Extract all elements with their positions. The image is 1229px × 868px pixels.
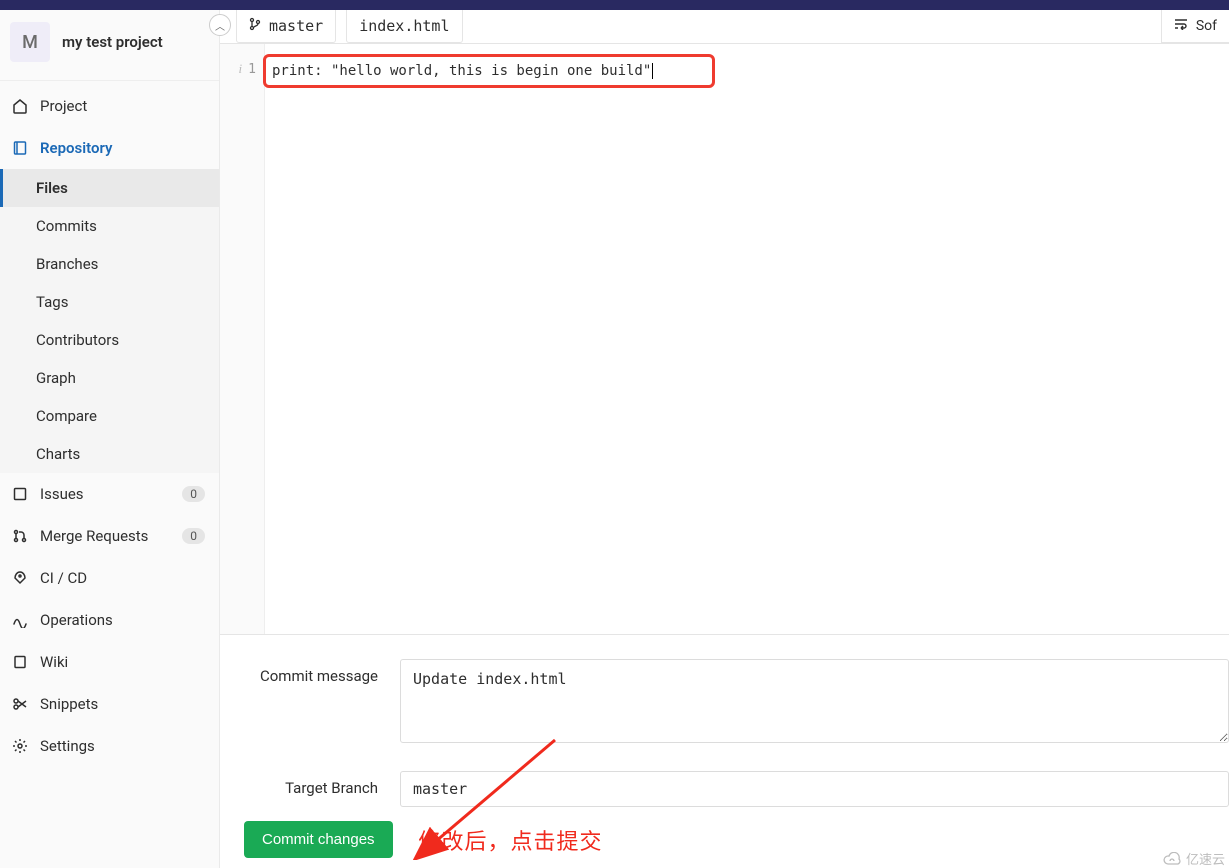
line-gutter: i 1 (220, 44, 265, 634)
nav-label: Issues (40, 485, 170, 503)
editor-topbar: master index.html Sof (220, 10, 1229, 44)
sidebar-sub-tags[interactable]: Tags (0, 283, 219, 321)
sidebar-sub-compare[interactable]: Compare (0, 397, 219, 435)
main-content: master index.html Sof i 1 print (220, 10, 1229, 868)
header-strip (0, 0, 1229, 10)
sidebar-item-wiki[interactable]: Wiki (0, 641, 219, 683)
annotation-text: 修改后，点击提交 (419, 824, 603, 856)
sidebar-sub-commits[interactable]: Commits (0, 207, 219, 245)
code-pane[interactable]: print: "hello world, this is begin one b… (265, 44, 1229, 634)
sidebar-item-settings[interactable]: Settings (0, 725, 219, 767)
sidebar-sub-graph[interactable]: Graph (0, 359, 219, 397)
file-path-box[interactable]: index.html (346, 10, 462, 43)
nav-label: Snippets (40, 695, 205, 713)
scissors-icon (12, 696, 28, 712)
watermark-text: 亿速云 (1186, 849, 1225, 868)
gear-icon (12, 738, 28, 754)
sidebar-sub-branches[interactable]: Branches (0, 245, 219, 283)
sidebar: M my test project Project Repository Fil… (0, 10, 220, 868)
branch-selector[interactable]: master (236, 10, 336, 43)
sidebar-item-merge-requests[interactable]: Merge Requests 0 (0, 515, 219, 557)
sidebar-collapse-handle[interactable]: ︿ (209, 14, 231, 36)
sidebar-item-snippets[interactable]: Snippets (0, 683, 219, 725)
commit-form: Commit message Target Branch Commit chan… (220, 634, 1229, 868)
text-cursor (652, 63, 653, 79)
repository-icon (12, 140, 28, 156)
nav-label: Project (40, 97, 205, 115)
home-icon (12, 98, 28, 114)
soft-wrap-toggle[interactable]: Sof (1161, 10, 1229, 43)
project-name: my test project (62, 33, 163, 51)
sidebar-sub-files[interactable]: Files (0, 169, 219, 207)
commit-message-label: Commit message (250, 659, 400, 685)
branch-icon (249, 17, 261, 35)
operations-icon (12, 612, 28, 628)
rocket-icon (12, 570, 28, 586)
project-avatar: M (10, 22, 50, 62)
target-branch-input[interactable] (400, 771, 1229, 807)
sidebar-item-project[interactable]: Project (0, 85, 219, 127)
nav-label: Wiki (40, 653, 205, 671)
branch-name: master (269, 17, 323, 35)
info-icon: i (239, 61, 243, 77)
chevron-up-icon: ︿ (215, 18, 225, 33)
merge-request-icon (12, 528, 28, 544)
cloud-icon (1162, 852, 1182, 866)
nav-label: Repository (40, 139, 205, 157)
code-line-1[interactable]: print: "hello world, this is begin one b… (272, 63, 651, 79)
sidebar-sub-charts[interactable]: Charts (0, 435, 219, 473)
nav-label: Operations (40, 611, 205, 629)
issues-icon (12, 486, 28, 502)
target-branch-label: Target Branch (250, 771, 400, 797)
wrap-icon (1174, 18, 1188, 34)
repository-sub-items: Files Commits Branches Tags Contributors… (0, 169, 219, 473)
nav-label: CI / CD (40, 569, 205, 587)
line-number: 1 (248, 62, 256, 77)
sidebar-sub-contributors[interactable]: Contributors (0, 321, 219, 359)
book-icon (12, 654, 28, 670)
sidebar-item-issues[interactable]: Issues 0 (0, 473, 219, 515)
issues-count-badge: 0 (182, 486, 205, 502)
nav-label: Settings (40, 737, 205, 755)
wrap-label: Sof (1196, 18, 1217, 34)
commit-message-input[interactable] (400, 659, 1229, 743)
sidebar-item-operations[interactable]: Operations (0, 599, 219, 641)
sidebar-item-cicd[interactable]: CI / CD (0, 557, 219, 599)
watermark: 亿速云 (1162, 849, 1225, 868)
nav-label: Merge Requests (40, 527, 170, 545)
sidebar-project-header[interactable]: M my test project (0, 10, 219, 81)
annotation-highlight-box: print: "hello world, this is begin one b… (263, 54, 715, 88)
file-name: index.html (359, 17, 449, 35)
sidebar-item-repository[interactable]: Repository (0, 127, 219, 169)
commit-changes-button[interactable]: Commit changes (244, 821, 393, 858)
mr-count-badge: 0 (182, 528, 205, 544)
code-editor[interactable]: i 1 print: "hello world, this is begin o… (220, 44, 1229, 634)
